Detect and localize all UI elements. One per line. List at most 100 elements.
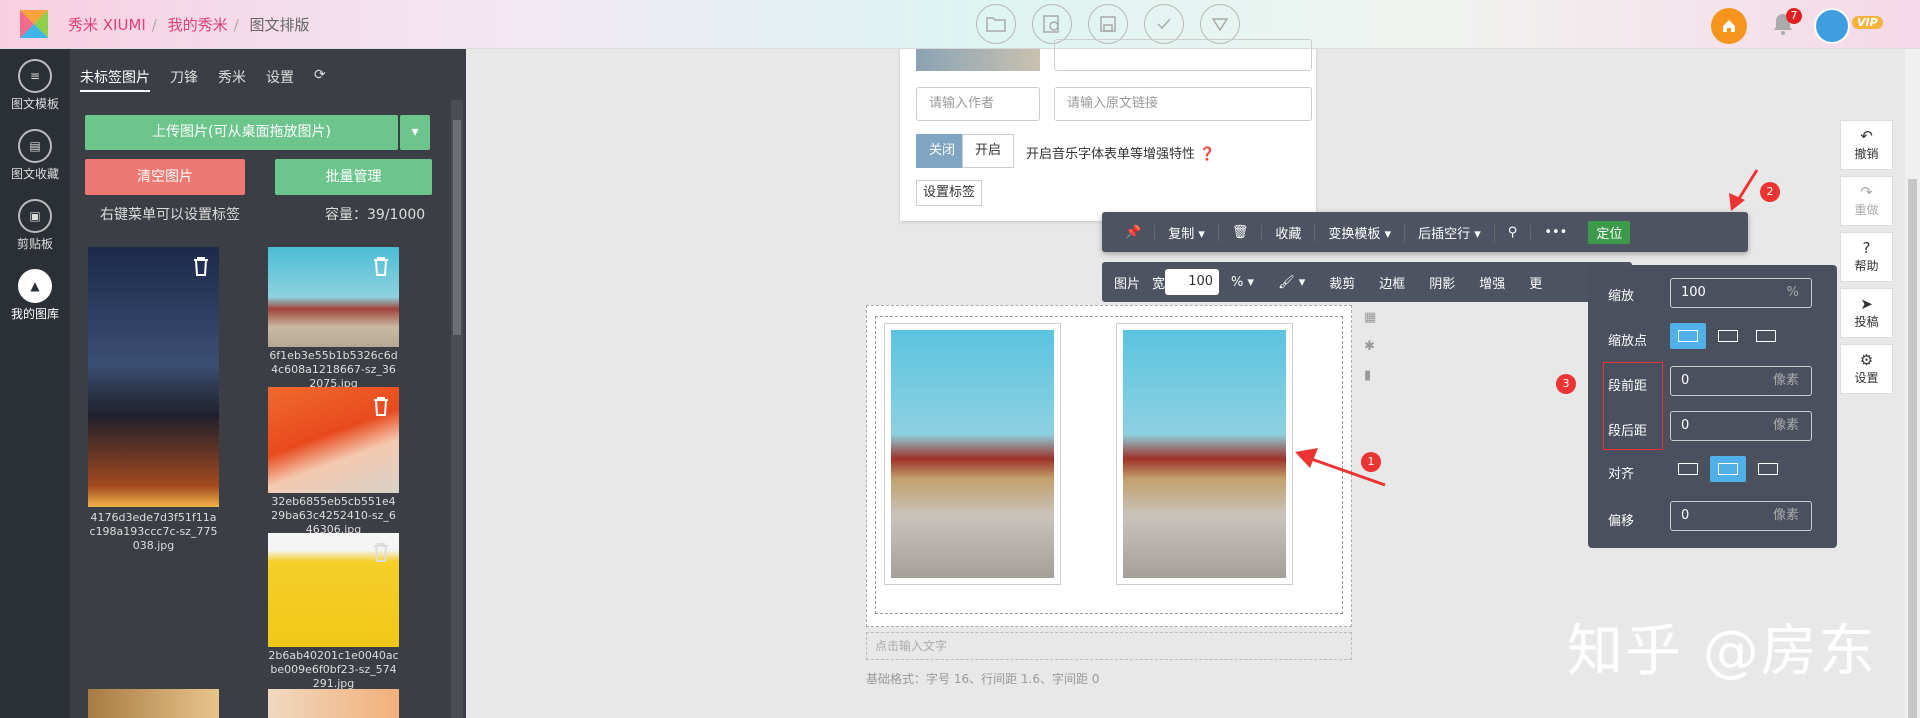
image-thumb[interactable] [88, 247, 219, 507]
image-filename: 4176d3ede7d3f51f11ac198a193ccc7c-sz_7750… [89, 511, 218, 552]
notification-badge: 7 [1786, 8, 1802, 24]
check-icon[interactable] [1144, 4, 1184, 44]
set-tag-button[interactable]: 设置标签 [916, 180, 983, 206]
margin-after-input[interactable]: 0 像素 [1670, 411, 1812, 441]
grid-icon[interactable]: ▦ [1364, 310, 1376, 325]
delete-icon[interactable]: 🗑 [1219, 224, 1263, 240]
align-center-button[interactable] [1710, 456, 1746, 482]
nav-item-templates[interactable]: ≡ 图文模板 [0, 59, 70, 112]
breadcrumb: 秀米 XIUMI / 我的秀米 / 图文排版 [68, 16, 310, 34]
image-filename: 32eb6855eb5cb551e429ba63c4252410-sz_6463… [271, 495, 396, 536]
nav-item-gallery[interactable]: ▲ 我的图库 [0, 269, 70, 322]
image-toolbar: 图片 宽 100 % ▾ 🖌 ▾ 裁剪 边框 阴影 增强 更 [1102, 262, 1632, 302]
right-toolbar: ↶ 撤销 ↷ 重做 ? 帮助 ➤ 投稿 ⚙ 设置 [1840, 120, 1893, 400]
image-thumb[interactable] [268, 387, 399, 493]
enhance-button[interactable]: 增强 [1467, 273, 1517, 292]
submit-button[interactable]: ➤ 投稿 [1840, 288, 1893, 338]
send-icon: ➤ [1860, 295, 1873, 313]
margin-before-input[interactable]: 0 像素 [1670, 366, 1812, 396]
settings-button[interactable]: ⚙ 设置 [1840, 344, 1893, 394]
tab-untagged[interactable]: 未标签图片 [80, 67, 150, 92]
locate-button[interactable]: 定位 [1588, 220, 1631, 244]
upload-dropdown-button[interactable]: ▾ [400, 115, 430, 150]
batch-manage-button[interactable]: 批量管理 [275, 159, 432, 195]
title-field[interactable] [1054, 39, 1312, 71]
image-thumb[interactable] [268, 247, 399, 347]
crop-button[interactable]: 裁剪 [1317, 273, 1367, 292]
width-label: 宽 [1152, 276, 1166, 292]
asterisk-icon[interactable]: ✱ [1364, 339, 1376, 354]
width-input[interactable]: 100 [1165, 269, 1220, 295]
image-thumb[interactable] [268, 533, 399, 647]
text-input-area[interactable]: 点击输入文字 [866, 632, 1352, 660]
copy-button[interactable]: 复制 ▾ [1155, 222, 1219, 242]
anchor-center-button[interactable] [1670, 323, 1706, 349]
cover-thumbnail[interactable] [916, 49, 1040, 71]
refresh-icon[interactable]: ⟳ [314, 67, 326, 92]
switch-template-button[interactable]: 变换模板 ▾ [1315, 222, 1406, 242]
border-button[interactable]: 边框 [1367, 273, 1417, 292]
photo-left[interactable] [885, 324, 1060, 584]
redo-button[interactable]: ↷ 重做 [1840, 176, 1893, 226]
home-icon[interactable] [1711, 8, 1747, 44]
image-filename: 6f1eb3e55b1b5326c6d4c608a1218667-sz_3620… [269, 349, 398, 390]
trash-icon[interactable] [191, 255, 211, 277]
collect-button[interactable]: 收藏 [1262, 222, 1316, 242]
image-label: 图片 [1114, 276, 1141, 292]
clear-images-button[interactable]: 清空图片 [85, 159, 245, 195]
scale-input[interactable]: 100% [1670, 278, 1812, 308]
width-unit-select[interactable]: % ▾ [1219, 275, 1266, 290]
nav-item-favorites[interactable]: ▤ 图文收藏 [0, 129, 70, 182]
align-label: 对齐 [1608, 467, 1635, 482]
panel-scrollbar[interactable] [451, 100, 463, 718]
crumb-my-xiumi[interactable]: 我的秀米 [168, 16, 228, 34]
trash-icon[interactable] [371, 395, 391, 417]
preview-icon[interactable] [1032, 4, 1072, 44]
tab-settings[interactable]: 设置 [266, 67, 294, 92]
align-right-button[interactable] [1750, 456, 1786, 482]
image-component[interactable] [866, 305, 1352, 627]
xiumi-logo[interactable] [14, 4, 54, 44]
upload-button[interactable]: 上传图片(可从桌面拖放图片) [85, 115, 398, 150]
base-format-text: 基础格式：字号 16、行间距 1.6、字间距 0 [866, 672, 1100, 686]
anchor-top-right-button[interactable] [1748, 323, 1784, 349]
toggle-on-button[interactable]: 开启 [962, 134, 1015, 168]
trash-icon[interactable] [371, 541, 391, 563]
more-icon[interactable]: ••• [1531, 225, 1580, 240]
insert-line-button[interactable]: 后插空行 ▾ [1405, 222, 1495, 242]
pin-icon[interactable]: 📌 [1112, 224, 1156, 240]
source-link-field[interactable]: 请输入原文链接 [1054, 87, 1312, 121]
download-icon[interactable] [1200, 4, 1240, 44]
vip-badge: VIP [1852, 16, 1883, 29]
shadow-button[interactable]: 阴影 [1417, 273, 1467, 292]
favorite-icon: ▤ [18, 129, 52, 163]
tab-xiumi[interactable]: 秀米 [218, 67, 246, 92]
brand-link[interactable]: 秀米 XIUMI [68, 16, 146, 34]
top-bar: 秀米 XIUMI / 我的秀米 / 图文排版 7 VIP [0, 0, 1920, 49]
chart-icon[interactable]: ▮ [1364, 368, 1376, 383]
format-brush-icon[interactable]: 🖌 ▾ [1266, 275, 1317, 290]
help-button[interactable]: ? 帮助 [1840, 232, 1893, 282]
photo-right[interactable] [1117, 324, 1292, 584]
help-icon[interactable]: ❓ [1199, 147, 1215, 162]
author-field[interactable]: 请输入作者 [916, 87, 1040, 121]
tab-daofeng[interactable]: 刀锋 [170, 67, 198, 92]
crumb-current: 图文排版 [249, 16, 310, 34]
more-button[interactable]: 更 [1517, 273, 1554, 292]
trash-icon[interactable] [371, 255, 391, 277]
image-thumb[interactable] [88, 689, 219, 718]
magic-icon[interactable]: ⚲ [1495, 224, 1532, 240]
gallery-panel: 未标签图片 刀锋 秀米 设置 ⟳ 上传图片(可从桌面拖放图片) ▾ 清空图片 批… [70, 49, 466, 718]
toggle-off-button[interactable]: 关闭 [916, 134, 969, 168]
align-left-button[interactable] [1670, 456, 1706, 482]
undo-button[interactable]: ↶ 撤销 [1840, 120, 1893, 170]
anchor-bottom-left-button[interactable] [1710, 323, 1746, 349]
folder-icon[interactable] [976, 4, 1016, 44]
avatar[interactable] [1814, 8, 1850, 44]
image-thumb[interactable] [268, 689, 399, 718]
canvas-scrollbar[interactable] [1905, 49, 1920, 718]
nav-item-clipboard[interactable]: ▣ 剪贴板 [0, 199, 70, 252]
offset-input[interactable]: 0 像素 [1670, 501, 1812, 531]
save-icon[interactable] [1088, 4, 1128, 44]
image-filename: 2b6ab40201c1e0040acbe009e6f0bf23-sz_5742… [268, 649, 399, 690]
